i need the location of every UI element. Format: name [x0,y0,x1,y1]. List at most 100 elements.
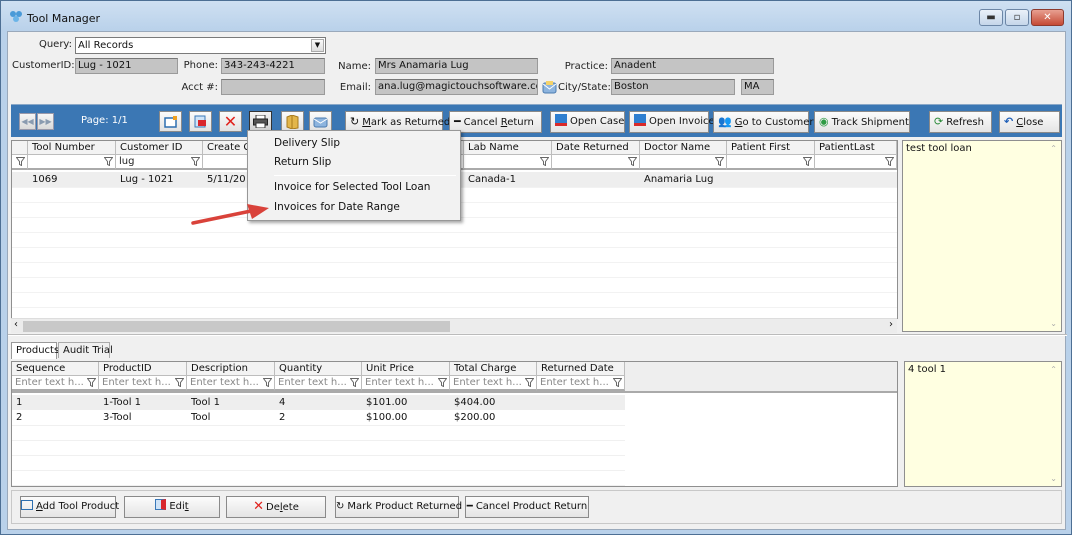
first-page-button[interactable]: ◀◀ [19,113,36,130]
column-header[interactable]: Sequence [12,362,99,376]
title-bar[interactable]: Tool Manager ▬ ▫ ✕ [1,1,1071,31]
filter-icon[interactable] [803,157,812,166]
menu-item-invoices-date-range[interactable]: Invoices for Date Range [274,201,400,213]
phone-field[interactable]: 343-243-4221 [221,58,325,74]
track-shipment-button[interactable]: ◉ Track Shipment [814,111,910,133]
horizontal-scrollbar[interactable]: ‹ › [11,318,897,333]
scroll-up-icon[interactable]: ⌃ [1050,365,1057,374]
chevron-down-icon[interactable]: ▼ [311,39,324,52]
filter-cell[interactable] [464,155,552,170]
filter-input[interactable]: Enter text h... [187,376,275,391]
product-notes[interactable]: 4 tool 1 ⌃ ⌄ [904,361,1062,487]
minimize-button[interactable]: ▬ [979,9,1003,26]
state-field[interactable]: MA [741,79,774,95]
filter-icon[interactable] [16,157,25,166]
print-button[interactable] [249,111,272,132]
column-header[interactable]: Quantity [275,362,362,376]
scroll-up-icon[interactable]: ⌃ [1050,144,1057,153]
scroll-right-icon[interactable]: › [889,319,893,330]
column-header[interactable]: PatientLast [815,141,897,155]
tab-products[interactable]: Products [11,342,59,359]
filter-input[interactable]: Enter text h... [450,376,537,391]
filter-icon[interactable] [191,157,200,166]
column-header[interactable] [12,141,28,155]
filter-cell[interactable] [815,155,897,170]
filter-input[interactable]: Enter text h... [362,376,450,391]
column-header[interactable]: Doctor Name [640,141,727,155]
scroll-down-icon[interactable]: ⌄ [1050,474,1057,483]
column-header[interactable]: Lab Name [464,141,552,155]
column-header[interactable]: Total Charge [450,362,537,376]
phone-label: Phone: [183,60,218,71]
query-select[interactable]: All Records ▼ [75,37,326,54]
close-window-button[interactable]: ✕ [1031,9,1064,26]
column-header[interactable]: Returned Date [537,362,625,376]
column-header[interactable]: Unit Price [362,362,450,376]
edit-product-button[interactable]: Edit [124,496,220,518]
filter-icon[interactable] [87,378,96,387]
filter-cell[interactable] [28,155,116,170]
filter-icon[interactable] [263,378,272,387]
filter-icon[interactable] [438,378,447,387]
filter-icon[interactable] [350,378,359,387]
table-cell [537,410,625,425]
filter-icon[interactable] [175,378,184,387]
next-page-button[interactable]: ▶▶ [37,113,54,130]
filter-icon[interactable] [613,378,622,387]
delete-button[interactable]: ✕ [219,111,242,132]
filter-icon[interactable] [628,157,637,166]
tab-audit-trial[interactable]: Audit Trial [58,342,113,358]
filter-cell[interactable] [552,155,640,170]
column-header[interactable]: Description [187,362,275,376]
splitter[interactable] [8,334,1067,336]
filter-cell[interactable] [727,155,815,170]
filter-input[interactable]: Enter text h... [537,376,625,391]
go-to-customer-button[interactable]: 👥 Go to Customer [713,111,814,133]
acct-field[interactable] [221,79,325,95]
filter-cell[interactable] [640,155,727,170]
name-field[interactable]: Mrs Anamaria Lug [375,58,538,74]
filter-icon[interactable] [715,157,724,166]
filter-cell[interactable]: lug [116,155,203,170]
loan-notes[interactable]: test tool loan ⌃ ⌄ [902,140,1062,332]
refresh-button[interactable]: ⟳ Refresh [929,111,992,133]
scrollbar-thumb[interactable] [23,321,450,332]
column-header[interactable]: Patient First [727,141,815,155]
open-case-button[interactable]: Open Case [550,111,625,133]
column-header[interactable]: Date Returned [552,141,640,155]
book-button[interactable] [281,111,304,132]
email-button[interactable] [309,111,332,132]
globe-icon: ◉ [819,115,829,128]
cancel-product-return-button[interactable]: ━ Cancel Product Return [465,496,589,518]
menu-item-return-slip[interactable]: Return Slip [274,156,331,168]
menu-item-invoice-selected-loan[interactable]: Invoice for Selected Tool Loan [274,181,430,193]
scroll-down-icon[interactable]: ⌄ [1050,319,1057,328]
customer-id-field[interactable]: Lug - 1021 [75,58,178,74]
menu-item-delivery-slip[interactable]: Delivery Slip [274,137,340,149]
delete-product-button[interactable]: ✕ Delete [226,496,326,518]
filter-input[interactable]: Enter text h... [275,376,362,391]
send-email-icon[interactable] [542,80,557,94]
column-header[interactable]: Tool Number [28,141,116,155]
filter-input[interactable]: Enter text h... [99,376,187,391]
filter-icon[interactable] [525,378,534,387]
column-header[interactable]: Customer ID [116,141,203,155]
filter-cell[interactable] [12,155,28,170]
open-invoice-button[interactable]: Open Invoice [629,111,715,133]
filter-icon[interactable] [104,157,113,166]
filter-icon[interactable] [540,157,549,166]
column-header[interactable]: ProductID [99,362,187,376]
mark-product-returned-button[interactable]: ↻ Mark Product Returned [335,496,462,518]
maximize-button[interactable]: ▫ [1005,9,1029,26]
new-button[interactable] [159,111,182,132]
cancel-return-button[interactable]: ━ Cancel Return [449,111,542,133]
email-field[interactable]: ana.lug@magictouchsoftware.com [375,79,538,95]
filter-input[interactable]: Enter text h... [12,376,99,391]
add-tool-product-button[interactable]: Add Tool Product [20,496,119,518]
edit-button[interactable] [189,111,212,132]
practice-field[interactable]: Anadent [611,58,774,74]
scroll-left-icon[interactable]: ‹ [14,319,18,330]
filter-icon[interactable] [885,157,894,166]
city-field[interactable]: Boston [611,79,735,95]
close-button[interactable]: ↶ Close [999,111,1060,133]
